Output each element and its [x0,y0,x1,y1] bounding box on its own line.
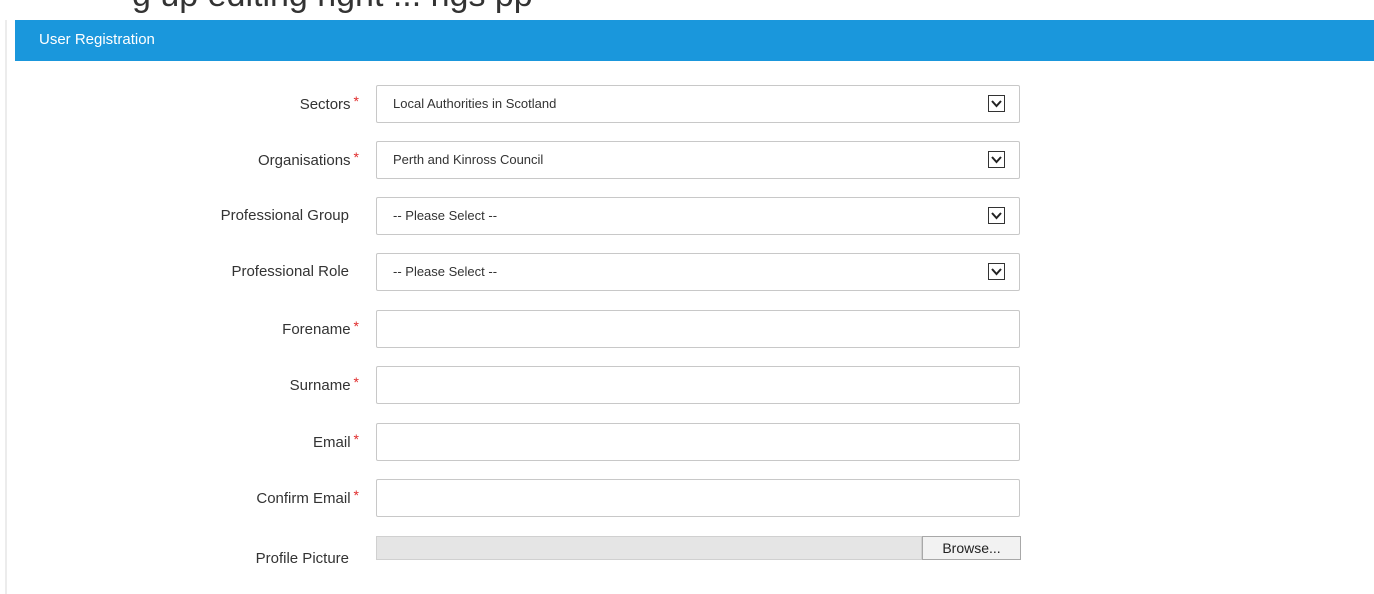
form-row-forename: Forename * [0,310,1374,348]
professional-group-select[interactable]: -- Please Select -- [376,197,1020,235]
required-marker: * [353,149,359,165]
form-row-professional-group: Professional Group -- Please Select -- [0,197,1374,235]
file-path-field[interactable] [376,536,922,560]
form-row-sectors: Sectors * Local Authorities in Scotland [0,85,1374,123]
chevron-down-icon[interactable] [988,263,1005,280]
panel-header: User Registration [15,20,1374,61]
form-row-confirm-email: Confirm Email * [0,479,1374,517]
organisations-select-value: Perth and Kinross Council [393,152,544,167]
form-row-profile-picture: Profile Picture Browse... [0,536,1374,574]
surname-label: Surname * [289,374,359,394]
sectors-label: Sectors * [299,93,359,113]
form-row-surname: Surname * [0,366,1374,404]
email-input[interactable] [376,423,1020,461]
confirm-email-label: Confirm Email * [256,487,359,507]
profile-picture-label: Profile Picture [255,550,349,567]
browse-button[interactable]: Browse... [922,536,1021,560]
forename-input[interactable] [376,310,1020,348]
page: g up editing right ... ngs pp User Regis… [0,0,1374,594]
sectors-select[interactable]: Local Authorities in Scotland [376,85,1020,123]
organisations-select[interactable]: Perth and Kinross Council [376,141,1020,179]
required-marker: * [353,431,359,447]
professional-group-label: Professional Group [220,207,349,224]
required-marker: * [353,318,359,334]
chevron-down-icon[interactable] [988,151,1005,168]
professional-role-select[interactable]: -- Please Select -- [376,253,1020,291]
form-row-organisations: Organisations * Perth and Kinross Council [0,141,1374,179]
form-row-email: Email * [0,423,1374,461]
forename-label: Forename * [282,318,359,338]
cropped-text: g up editing right ... ngs pp [132,0,533,15]
profile-picture-file-input[interactable]: Browse... [376,536,1021,560]
professional-role-select-value: -- Please Select -- [393,264,498,279]
required-marker: * [353,93,359,109]
panel-title: User Registration [39,31,155,48]
confirm-email-input[interactable] [376,479,1020,517]
chevron-down-icon[interactable] [988,95,1005,112]
professional-role-label: Professional Role [231,263,349,280]
email-label: Email * [313,431,359,451]
chevron-down-icon[interactable] [988,207,1005,224]
professional-group-select-value: -- Please Select -- [393,208,498,223]
sectors-select-value: Local Authorities in Scotland [393,96,557,111]
required-marker: * [353,487,359,503]
top-cropped-text-strip: g up editing right ... ngs pp [0,0,1374,20]
required-marker: * [353,374,359,390]
surname-input[interactable] [376,366,1020,404]
organisations-label: Organisations * [257,149,359,169]
form-row-professional-role: Professional Role -- Please Select -- [0,253,1374,291]
